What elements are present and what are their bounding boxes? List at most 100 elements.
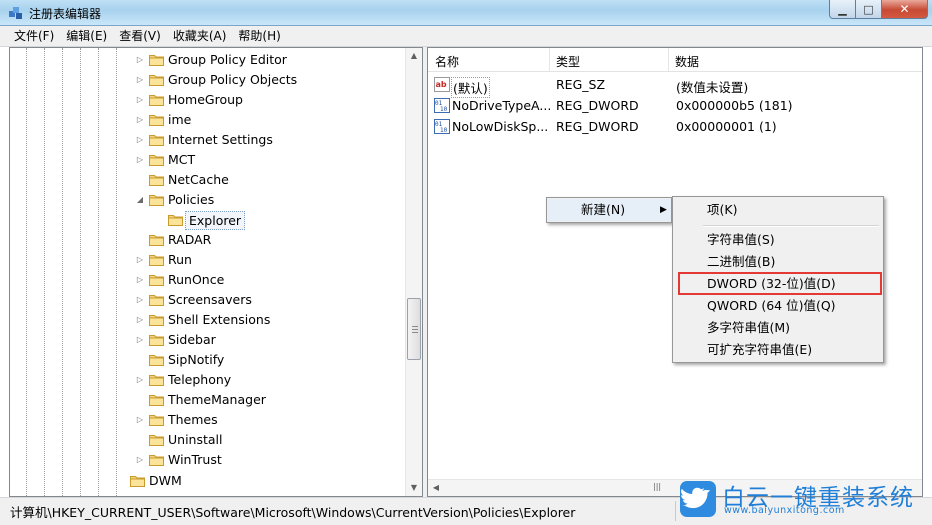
value-type: REG_DWORD [556,119,639,134]
minimize-button[interactable]: ▁ [829,0,856,19]
regedit-icon [9,7,22,19]
svg-text:ab: ab [436,80,447,89]
tree-vertical-scrollbar[interactable]: ▲ ▼ [405,48,422,496]
menu-file[interactable]: 文件(F) [8,26,60,47]
tree-item-sipnotify[interactable]: SipNotify [10,350,410,370]
tree-item-label: Themes [168,412,218,427]
collapse-arrow-icon[interactable]: ◢ [135,195,145,205]
value-data: 0x000000b5 (181) [676,98,793,113]
value-type: REG_DWORD [556,98,639,113]
list-row[interactable]: 01 10 NoLowDiskSp... REG_DWORD 0x0000000… [428,116,922,137]
folder-icon [149,73,164,86]
tree-item-homegroup[interactable]: ▷ HomeGroup [10,90,410,110]
string-value-icon: ab [434,77,450,92]
tree-item-label: Telephony [168,372,232,387]
value-type: REG_SZ [556,77,606,92]
twitter-bird-icon [680,481,716,517]
folder-icon [149,413,164,426]
maximize-icon: □ [863,2,874,16]
menu-favorites[interactable]: 收藏夹(A) [167,26,233,47]
tree-item-netcache[interactable]: NetCache [10,170,410,190]
status-path: 计算机\HKEY_CURRENT_USER\Software\Microsoft… [10,505,576,520]
tree-item-radar[interactable]: RADAR [10,230,410,250]
expand-arrow-icon[interactable]: ▷ [135,135,145,145]
tree-item-shell-extensions[interactable]: ▷ Shell Extensions [10,310,410,330]
expand-arrow-icon[interactable]: ▷ [135,75,145,85]
close-button[interactable]: ✕ [882,0,928,19]
scroll-left-icon[interactable]: ◀ [428,480,444,496]
column-type[interactable]: 类型 [556,53,580,70]
expand-arrow-icon[interactable]: ▷ [135,315,145,325]
tree-item-themes[interactable]: ▷ Themes [10,410,410,430]
folder-icon [130,474,145,487]
menu-help[interactable]: 帮助(H) [232,26,286,47]
expand-arrow-icon[interactable]: ▷ [135,295,145,305]
menu-item-qword-value[interactable]: QWORD (64 位)值(Q) [673,295,883,317]
expand-arrow-icon[interactable]: ▷ [135,415,145,425]
list-header: 名称 类型 数据 [428,48,922,72]
title-bar: 注册表编辑器 ▁ □ ✕ [0,0,932,26]
menu-bar: 文件(F) 编辑(E) 查看(V) 收藏夹(A) 帮助(H) [0,26,932,47]
tree-item-label: Sidebar [168,332,216,347]
tree-item-group-policy-objects[interactable]: ▷ Group Policy Objects [10,70,410,90]
expand-arrow-icon[interactable]: ▷ [135,455,145,465]
expand-arrow-icon[interactable]: ▷ [135,255,145,265]
expand-arrow-icon[interactable]: ▷ [135,55,145,65]
scroll-grip[interactable]: ||| [653,482,661,491]
expand-arrow-icon[interactable]: ▷ [135,155,145,165]
menu-item-new[interactable]: 新建(N) ▶ [547,199,671,221]
maximize-button[interactable]: □ [856,0,882,19]
folder-icon [149,53,164,66]
folder-icon [149,373,164,386]
value-name: NoDriveTypeA... [452,98,552,113]
binary-value-icon: 01 10 [434,98,450,113]
window-title: 注册表编辑器 [29,7,102,21]
tree-item-policies[interactable]: ◢ Policies [10,190,410,210]
menu-item-key[interactable]: 项(K) [673,199,883,221]
expand-arrow-icon[interactable]: ▷ [135,375,145,385]
tree-item-group-policy-editor[interactable]: ▷ Group Policy Editor [10,50,410,70]
menu-item-string-value[interactable]: 字符串值(S) [673,229,883,251]
list-row[interactable]: ab (默认) REG_SZ (数值未设置) [428,74,922,98]
folder-icon [149,333,164,346]
expand-arrow-icon[interactable]: ▷ [135,95,145,105]
tree-item-mct[interactable]: ▷ MCT [10,150,410,170]
tree-item-label: Run [168,252,192,267]
scroll-thumb[interactable] [407,298,421,360]
expand-arrow-icon[interactable]: ▷ [135,115,145,125]
menu-item-binary-value[interactable]: 二进制值(B) [673,251,883,273]
key-tree[interactable]: ▷ Group Policy Editor ▷ Group Policy Object… [9,47,423,497]
tree-item-sidebar[interactable]: ▷ Sidebar [10,330,410,350]
tree-item-uninstall[interactable]: Uninstall [10,430,410,450]
column-name[interactable]: 名称 [435,53,459,70]
scroll-up-icon[interactable]: ▲ [406,48,422,64]
tree-item-telephony[interactable]: ▷ Telephony [10,370,410,390]
menu-view[interactable]: 查看(V) [113,26,167,47]
menu-item-multi-string-value[interactable]: 多字符串值(M) [673,317,883,339]
list-row[interactable]: 01 10 NoDriveTypeA... REG_DWORD 0x000000… [428,95,922,116]
tree-item-internet-settings[interactable]: ▷ Internet Settings [10,130,410,150]
tree-item-runonce[interactable]: ▷ RunOnce [10,270,410,290]
expand-arrow-icon[interactable]: ▷ [135,275,145,285]
tree-item-screensavers[interactable]: ▷ Screensavers [10,290,410,310]
menu-item-expandable-string-value[interactable]: 可扩充字符串值(E) [673,339,883,361]
folder-icon [149,433,164,446]
expand-arrow-icon[interactable]: ▷ [135,335,145,345]
watermark-url: www.baiyunxitong.com [724,505,845,516]
tree-item-label: HomeGroup [168,92,243,107]
tree-item-dwm[interactable]: DWM [10,471,410,491]
scroll-down-icon[interactable]: ▼ [406,480,422,496]
tree-item-ime[interactable]: ▷ ime [10,110,410,130]
tree-item-label: RADAR [168,232,212,247]
menu-edit[interactable]: 编辑(E) [60,26,113,47]
column-data[interactable]: 数据 [675,53,699,70]
tree-item-run[interactable]: ▷ Run [10,250,410,270]
tree-item-thememanager[interactable]: ThemeManager [10,390,410,410]
tree-item-explorer[interactable]: Explorer [10,210,410,230]
folder-icon [149,293,164,306]
tree-item-wintrust[interactable]: ▷ WinTrust [10,450,410,470]
folder-icon [149,153,164,166]
minimize-icon: ▁ [838,2,847,16]
folder-icon [149,393,164,406]
folder-icon [168,213,183,226]
